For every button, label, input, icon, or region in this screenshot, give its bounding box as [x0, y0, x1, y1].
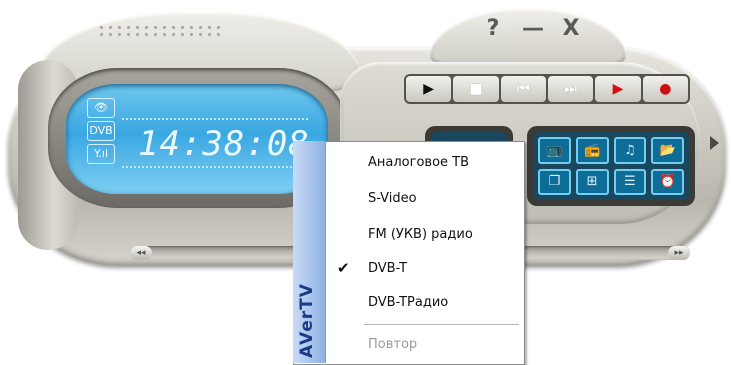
folder-icon: 📂 [659, 142, 676, 158]
signal-icon[interactable]: Y.ıl [87, 144, 115, 164]
stop-icon: ■ [469, 81, 483, 97]
display-divider [122, 166, 308, 168]
radio-button[interactable]: 📻 [575, 137, 609, 164]
list-icon: ☰ [624, 174, 636, 190]
next-icon: ⏭ [564, 81, 577, 97]
play-icon: ▶ [423, 81, 435, 97]
transport-bar: ▶ ■ ⏮ ⏭ ▶ ● [404, 74, 690, 104]
help-button[interactable]: ? [480, 16, 506, 42]
tv-icon: 📺 [546, 142, 563, 158]
source-context-menu [293, 141, 525, 365]
playback-icon: ▶ [612, 81, 624, 97]
display-divider [122, 118, 308, 120]
tv-button[interactable]: 📺 [538, 137, 571, 164]
menu-separator [364, 324, 519, 325]
previous-icon: ⏮ [517, 81, 530, 97]
play-button[interactable]: ▶ [406, 76, 452, 102]
playback-button[interactable]: ▶ [595, 76, 641, 102]
record-icon: ● [659, 81, 672, 97]
folder-button[interactable]: 📂 [651, 137, 684, 164]
next-button[interactable]: ⏭ [547, 76, 594, 102]
minimize-button[interactable]: — [520, 16, 546, 42]
list-button[interactable]: ☰ [613, 168, 647, 195]
menu-brand-label: AVerTV [297, 283, 317, 358]
menu-item-dvb-t[interactable]: DVB-T [326, 258, 522, 280]
slider-left-end[interactable]: ◂◂ [130, 246, 152, 260]
window-button[interactable]: ❐ [538, 168, 571, 195]
menu-item-analog-tv[interactable]: Аналоговое ТВ [326, 152, 522, 174]
eye-icon[interactable]: 👁 [87, 98, 115, 118]
close-button[interactable]: X [558, 16, 584, 42]
menu-item-fm-radio[interactable]: FM (УКВ) радио [326, 224, 522, 246]
slider-right-end[interactable]: ▸▸ [668, 246, 690, 260]
stop-button[interactable]: ■ [453, 76, 499, 102]
pip-button[interactable]: ⊞ [575, 168, 609, 195]
radio-icon: 📻 [584, 142, 601, 158]
menu-item-dvb-t-radio[interactable]: DVB-TРадио [326, 292, 522, 314]
alarm-button[interactable]: ⏰ [651, 168, 684, 195]
window-icon: ❐ [548, 174, 561, 190]
previous-button[interactable]: ⏮ [500, 76, 546, 102]
dvb-indicator[interactable]: DVB [87, 121, 115, 141]
record-button[interactable]: ● [642, 76, 688, 102]
clock-readout: 14:38:08 [138, 124, 310, 164]
function-grid: 📺 📻 ♫ 📂 ❐ ⊞ ☰ ⏰ [533, 132, 689, 200]
menu-item-s-video[interactable]: S-Video [326, 188, 522, 210]
menu-item-repeat: Повтор [368, 337, 418, 352]
expand-arrow-icon[interactable] [710, 136, 719, 150]
drag-grip[interactable] [100, 26, 222, 36]
alarm-icon: ⏰ [659, 174, 676, 190]
music-icon: ♫ [624, 142, 636, 158]
music-button[interactable]: ♫ [613, 137, 647, 164]
pip-icon: ⊞ [586, 174, 598, 190]
